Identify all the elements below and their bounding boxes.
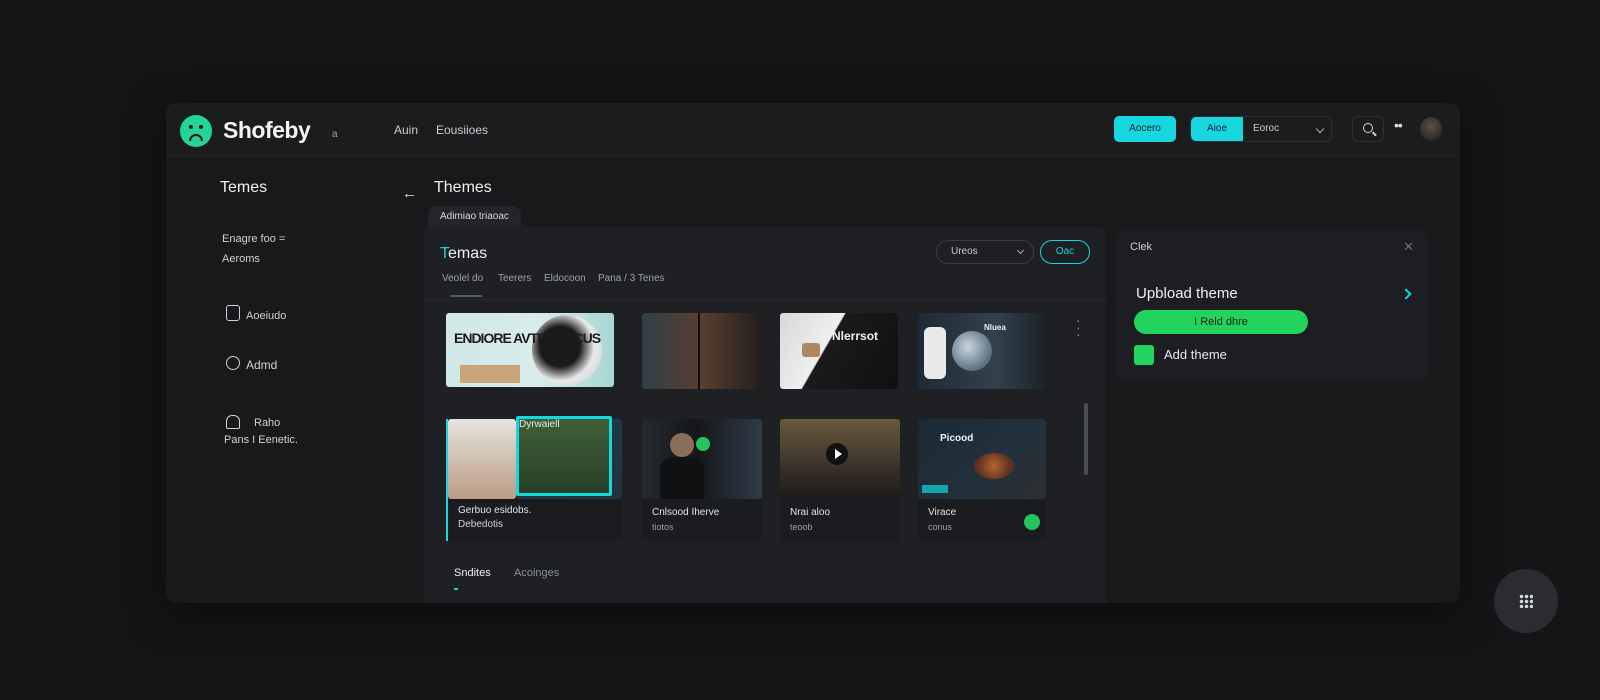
segmented-select[interactable]: Aioe Eoroc xyxy=(1190,116,1332,142)
card-subtitle: Debedotis xyxy=(458,519,504,530)
card-label: Clek xyxy=(1130,241,1153,253)
tab-3[interactable]: Eldocoon xyxy=(544,273,586,284)
theme-thumbnail: Picood xyxy=(918,419,1046,499)
upload-theme-card: Clek ✕ Upbload theme I Reld dhre Add the… xyxy=(1116,229,1428,381)
chevron-down-icon xyxy=(1016,246,1025,255)
filter-select[interactable]: Ureos xyxy=(936,240,1034,264)
theme-thumbnail xyxy=(780,419,900,499)
app-window: Shofeby a Auin Eousiioes Aocero Aioe Eor… xyxy=(166,103,1460,603)
thumbnail-caption: Dyrwaiell xyxy=(519,419,560,430)
sidebar-intro-line1: Enagre foo = xyxy=(222,233,286,245)
thumbnail-caption: Picood xyxy=(940,433,974,444)
sidebar-item-label[interactable]: Raho xyxy=(254,414,280,432)
theme-card[interactable]: Picood Virace conus xyxy=(918,419,1046,541)
tab-2[interactable]: Teerers xyxy=(498,273,531,284)
sidebar-item-sub: Pans I Eenetic. xyxy=(224,434,298,446)
panel-title: Temas xyxy=(440,245,488,262)
sidebar-intro-line2: Aeroms xyxy=(222,253,260,265)
logo-icon xyxy=(180,115,212,147)
card-subtitle: tiotos xyxy=(652,522,674,532)
themes-panel: Temas Ureos Oac Veolel do Teerers Eldoco… xyxy=(424,227,1106,603)
check-icon xyxy=(1024,514,1040,530)
theme-thumbnail[interactable] xyxy=(642,313,760,389)
checkbox[interactable] xyxy=(1134,345,1154,365)
theme-thumbnail xyxy=(642,419,762,499)
theme-card[interactable]: Dyrwaiell Gerbuo esidobs. Debedotis xyxy=(446,416,622,541)
layers-icon xyxy=(226,356,240,370)
tab-4[interactable]: Pana / 3 Tenes xyxy=(598,273,665,284)
segment-active[interactable]: Aioe xyxy=(1191,117,1243,141)
nav-link-1[interactable]: Auin xyxy=(394,123,418,137)
card-subtitle: teoob xyxy=(790,522,813,532)
nav-link-2[interactable]: Eousiioes xyxy=(436,123,488,137)
add-theme-label[interactable]: Add theme xyxy=(1164,347,1227,362)
primary-top-button[interactable]: Aocero xyxy=(1114,116,1176,142)
search-button[interactable] xyxy=(1352,116,1384,142)
thumbnail-caption: Nlerrsot xyxy=(832,329,879,343)
tab-indicator xyxy=(450,295,482,297)
top-bar: Shofeby a Auin Eousiioes Aocero Aioe Eor… xyxy=(166,103,1460,157)
thumbnail-caption: Nluea xyxy=(984,323,1006,332)
card-title: Nrai aloo xyxy=(790,507,831,518)
apps-grid-button[interactable] xyxy=(1494,569,1558,633)
segment-select-label[interactable]: Eoroc xyxy=(1253,117,1279,141)
brand-suffix: a xyxy=(332,129,338,140)
sidebar-item-label[interactable]: Aoeiudo xyxy=(246,307,286,325)
selected-thumbnail[interactable]: Dyrwaiell xyxy=(516,416,612,496)
chevron-down-icon xyxy=(1315,124,1325,134)
card-title: Cnlsood Iherve xyxy=(652,507,720,518)
avatar[interactable] xyxy=(1420,117,1442,141)
bottom-tab-1[interactable]: Sndites xyxy=(454,567,491,579)
upload-button[interactable]: I Reld dhre xyxy=(1134,310,1308,334)
card-title: Virace xyxy=(928,507,957,518)
outline-button[interactable]: Oac xyxy=(1040,240,1090,264)
arrow-left-icon[interactable]: ← xyxy=(402,185,417,202)
card-subtitle: conus xyxy=(928,522,953,532)
tab-1[interactable]: Veolel do xyxy=(442,273,483,284)
tab-indicator xyxy=(454,588,458,590)
more-vertical-icon[interactable]: · · · xyxy=(1076,313,1081,341)
theme-thumbnail xyxy=(448,419,516,499)
chevron-right-icon[interactable] xyxy=(1400,288,1412,300)
theme-card[interactable]: Cnlsood Iherve tiotos xyxy=(642,419,762,541)
grid-icon xyxy=(1519,594,1533,608)
theme-thumbnail[interactable]: Nlerrsot xyxy=(780,313,898,389)
section-chip[interactable]: Adimiao triaoac xyxy=(428,206,521,228)
scrollbar[interactable] xyxy=(1084,403,1088,475)
theme-card[interactable]: Nrai aloo teoob xyxy=(780,419,900,541)
thumbnail-caption: ENDIORE AVTENDOCUS xyxy=(454,330,601,346)
cart-icon xyxy=(226,305,240,321)
more-icon[interactable]: •• xyxy=(1394,117,1403,133)
upload-theme-title[interactable]: Upbload theme xyxy=(1136,285,1238,302)
bottom-tab-2[interactable]: Acoinges xyxy=(514,567,559,579)
brand-name: Shofeby xyxy=(223,117,311,143)
sidebar-title: Temes xyxy=(220,179,268,196)
close-icon[interactable]: ✕ xyxy=(1403,239,1414,255)
page-title: Themes xyxy=(434,179,492,196)
theme-thumbnail[interactable]: Nluea xyxy=(918,313,1046,389)
home-icon xyxy=(226,415,240,429)
card-title: Gerbuo esidobs. xyxy=(458,505,532,516)
theme-thumbnail[interactable]: ENDIORE AVTENDOCUS xyxy=(446,313,614,387)
sidebar-item-label[interactable]: Admd xyxy=(246,356,277,374)
